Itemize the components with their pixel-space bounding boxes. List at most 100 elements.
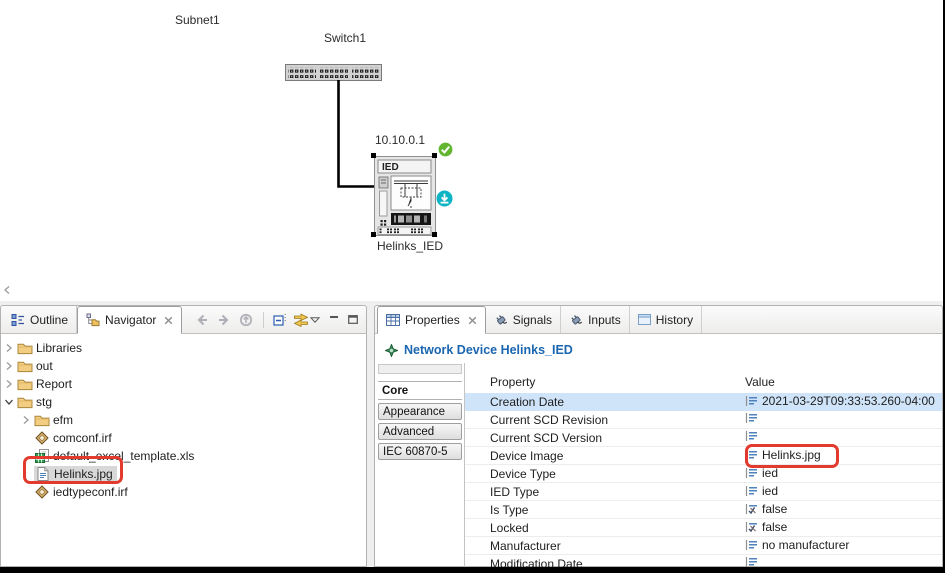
tab-outline[interactable]: Outline: [3, 306, 77, 333]
tree-item-label: stg: [36, 395, 52, 409]
property-row-manufacturer[interactable]: Manufacturer no manufacturer: [465, 537, 942, 555]
tree-item-stg[interactable]: stg: [1, 393, 366, 411]
diagram-canvas[interactable]: Subnet1 Switch1 10.10.0.1 IED: [0, 0, 943, 301]
text-value-icon: [745, 412, 758, 424]
chevron-right-icon[interactable]: [4, 379, 14, 389]
link-with-editor-icon[interactable]: [293, 313, 309, 327]
property-row-ied-type[interactable]: IED Type ied: [465, 483, 942, 501]
ied-device-node[interactable]: IED: [374, 156, 436, 236]
tree-item-helinks-jpg[interactable]: Helinks.jpg: [1, 465, 366, 483]
close-icon[interactable]: [468, 316, 477, 325]
boolean-value-icon: [745, 503, 758, 515]
download-badge-icon: [436, 190, 453, 207]
selection-handle[interactable]: [371, 232, 376, 237]
selected-tree-item[interactable]: Helinks.jpg: [34, 466, 117, 482]
tree-item-efm[interactable]: efm: [1, 411, 366, 429]
property-value[interactable]: false: [762, 520, 787, 534]
text-value-icon: [745, 539, 758, 551]
window-icon: [638, 314, 651, 325]
tab-inputs[interactable]: Inputs: [561, 306, 630, 333]
folder-icon: [34, 413, 50, 427]
text-value-icon: [745, 467, 758, 479]
forward-icon[interactable]: [216, 312, 232, 328]
category-appearance[interactable]: Appearance: [378, 403, 462, 420]
network-connection-line[interactable]: [336, 80, 376, 190]
tab-properties[interactable]: Properties: [377, 306, 486, 334]
property-value[interactable]: ied: [762, 466, 778, 480]
category-header-bump: [378, 364, 462, 374]
folder-icon: [17, 359, 33, 373]
property-name: Is Type: [490, 503, 528, 517]
tab-history[interactable]: History: [630, 306, 702, 333]
tree-item-label: efm: [53, 413, 73, 427]
plug-icon: [569, 313, 583, 327]
tree-item-label: out: [36, 359, 53, 373]
table-icon: [386, 314, 400, 326]
back-icon[interactable]: [194, 312, 210, 328]
switch-label: Switch1: [324, 31, 366, 45]
switch-node[interactable]: [285, 64, 382, 81]
text-value-icon: [745, 485, 758, 497]
property-row-locked[interactable]: Locked false: [465, 519, 942, 537]
tab-signals[interactable]: Signals: [486, 306, 561, 333]
tree-item-iedtypeconf[interactable]: iedtypeconf.irf: [1, 483, 366, 501]
status-ok-badge-icon: [437, 141, 454, 158]
property-value[interactable]: false: [762, 502, 787, 516]
navigator-tree: Libraries out Report stg efm comconf.irf: [1, 334, 366, 501]
category-advanced[interactable]: Advanced: [378, 423, 462, 440]
property-name: Device Type: [490, 467, 556, 481]
text-value-icon: [745, 395, 758, 407]
navigator-view-icon: [86, 313, 100, 327]
property-value[interactable]: 2021-03-29T09:33:53.260-04:00: [762, 394, 935, 408]
close-icon[interactable]: [164, 316, 173, 325]
tree-item-excel-template[interactable]: default_excel_template.xls: [1, 447, 366, 465]
property-value[interactable]: ied: [762, 484, 778, 498]
property-value[interactable]: no manufacturer: [762, 538, 849, 552]
selection-handle[interactable]: [432, 232, 437, 237]
property-name: Manufacturer: [490, 539, 561, 553]
property-row-creation-date[interactable]: Creation Date 2021-03-29T09:33:53.260-04…: [465, 393, 942, 411]
chevron-spacer: [21, 433, 31, 443]
folder-icon: [17, 341, 33, 355]
selection-handle[interactable]: [371, 153, 376, 158]
tree-item-comconf[interactable]: comconf.irf: [1, 429, 366, 447]
folder-icon: [17, 377, 33, 391]
tab-navigator-label: Navigator: [105, 313, 156, 327]
category-iec-60870-5[interactable]: IEC 60870-5: [378, 443, 462, 460]
chevron-spacer: [21, 469, 31, 479]
property-name: Device Image: [490, 449, 563, 463]
excel-file-icon: [34, 449, 50, 463]
property-row-device-image[interactable]: Device Image Helinks.jpg: [465, 447, 942, 465]
category-core[interactable]: Core: [378, 381, 462, 400]
properties-title: Network Device Helinks_IED: [404, 343, 573, 357]
property-name: IED Type: [490, 485, 539, 499]
tree-item-libraries[interactable]: Libraries: [1, 339, 366, 357]
tree-item-report[interactable]: Report: [1, 375, 366, 393]
chevron-right-icon[interactable]: [4, 343, 14, 353]
tab-inputs-label: Inputs: [588, 313, 621, 327]
property-table: Property Value Creation Date 2021-03-29T…: [465, 363, 942, 568]
property-row-current-scd-version[interactable]: Current SCD Version: [465, 429, 942, 447]
chevron-right-icon[interactable]: [4, 361, 14, 371]
chevron-down-icon[interactable]: [4, 397, 14, 407]
column-property: Property: [490, 375, 535, 389]
folder-icon: [17, 395, 33, 409]
property-row-is-type[interactable]: Is Type false: [465, 501, 942, 519]
text-value-icon: [745, 449, 758, 461]
diamond-icon: [385, 344, 398, 357]
tree-item-out[interactable]: out: [1, 357, 366, 375]
tab-navigator[interactable]: Navigator: [77, 306, 182, 334]
go-up-icon[interactable]: [238, 312, 254, 328]
property-row-device-type[interactable]: Device Type ied: [465, 465, 942, 483]
chevron-right-icon[interactable]: [21, 415, 31, 425]
text-value-icon: [745, 430, 758, 442]
scroll-left-icon[interactable]: [3, 285, 11, 295]
collapse-all-icon[interactable]: [273, 313, 287, 327]
boolean-value-icon: [745, 521, 758, 533]
property-value[interactable]: Helinks.jpg: [762, 448, 821, 462]
tab-signals-label: Signals: [513, 313, 552, 327]
minimize-icon[interactable]: [329, 315, 339, 324]
view-menu-icon[interactable]: [310, 317, 320, 323]
property-row-current-scd-revision[interactable]: Current SCD Revision: [465, 411, 942, 429]
maximize-icon[interactable]: [348, 315, 358, 324]
